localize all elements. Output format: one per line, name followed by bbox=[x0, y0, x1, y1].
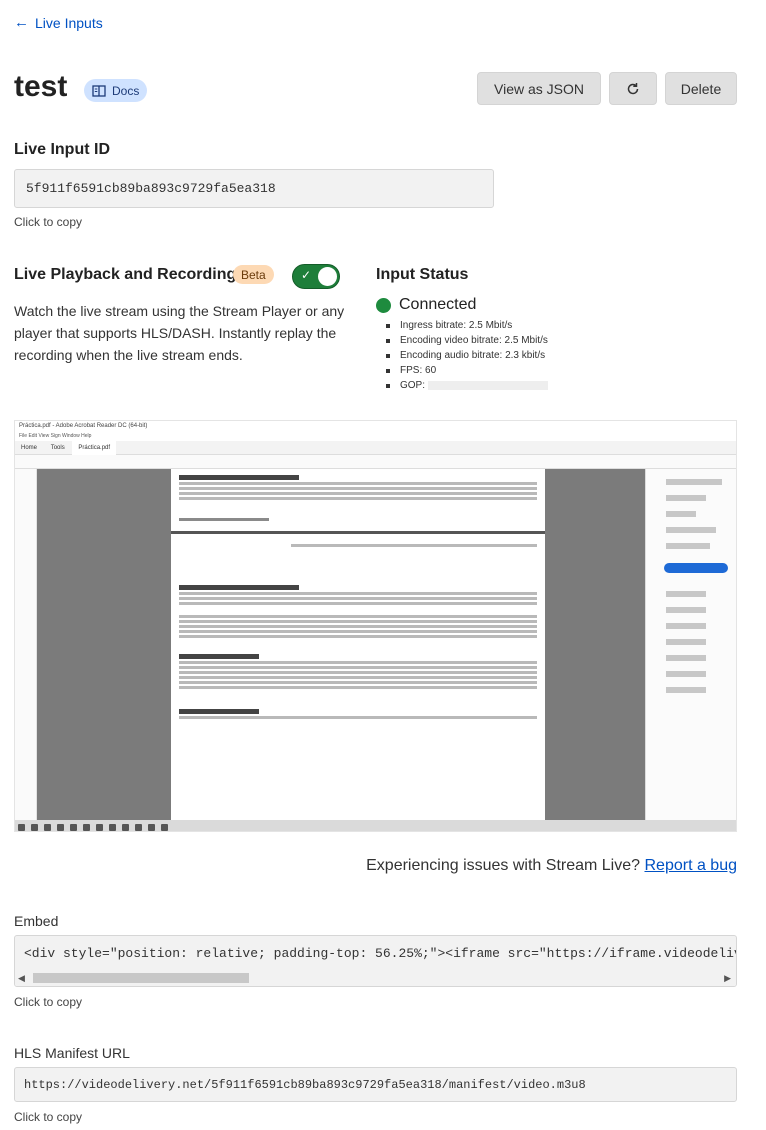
scroll-right-icon[interactable]: ▶ bbox=[724, 973, 731, 984]
arrow-left-icon: ← bbox=[14, 14, 29, 31]
video-tab-document: Práctica.pdf bbox=[72, 441, 117, 455]
docs-label: Docs bbox=[112, 83, 140, 98]
video-window-title: Práctica.pdf - Adobe Acrobat Reader DC (… bbox=[15, 421, 736, 432]
video-document-canvas bbox=[37, 469, 645, 820]
scroll-thumb[interactable] bbox=[33, 973, 249, 983]
video-toolbar bbox=[15, 455, 736, 469]
scroll-left-icon[interactable]: ◀ bbox=[18, 973, 25, 984]
issue-notice: Experiencing issues with Stream Live? Re… bbox=[366, 857, 737, 875]
playback-title: Live Playback and Recording bbox=[14, 266, 237, 283]
embed-code-field[interactable]: <div style="position: relative; padding-… bbox=[14, 935, 737, 987]
stat-gop: GOP: bbox=[386, 378, 549, 393]
status-text: Connected bbox=[399, 296, 477, 313]
stream-video-player[interactable]: Práctica.pdf - Adobe Acrobat Reader DC (… bbox=[14, 420, 737, 832]
refresh-icon bbox=[627, 82, 639, 94]
status-indicator-icon bbox=[376, 298, 391, 313]
delete-button[interactable]: Delete bbox=[665, 72, 737, 105]
embed-label: Embed bbox=[14, 913, 59, 929]
video-taskbar bbox=[15, 820, 736, 831]
page-title: test bbox=[14, 70, 68, 103]
video-tab-bar: Home Tools Práctica.pdf bbox=[15, 441, 736, 455]
gop-value-bar bbox=[428, 381, 549, 390]
video-document-page bbox=[171, 469, 545, 820]
report-bug-link[interactable]: Report a bug bbox=[644, 857, 737, 874]
embed-code: <div style="position: relative; padding-… bbox=[24, 946, 737, 961]
live-input-id-label: Live Input ID bbox=[14, 141, 110, 158]
live-input-copy-hint[interactable]: Click to copy bbox=[14, 215, 82, 229]
stat-video-bitrate: Encoding video bitrate: 2.5 Mbit/s bbox=[386, 333, 548, 348]
video-tab-tools: Tools bbox=[50, 445, 65, 451]
check-icon: ✓ bbox=[301, 268, 312, 282]
video-right-panel bbox=[645, 469, 736, 820]
stat-fps: FPS: 60 bbox=[386, 363, 548, 378]
hls-copy-hint[interactable]: Click to copy bbox=[14, 1110, 82, 1124]
book-icon bbox=[92, 84, 106, 97]
docs-badge[interactable]: Docs bbox=[84, 79, 148, 102]
embed-scrollbar[interactable]: ◀ ▶ bbox=[15, 970, 736, 986]
video-left-rail bbox=[15, 469, 37, 820]
playback-toggle[interactable]: ✓ bbox=[292, 264, 340, 289]
hls-label: HLS Manifest URL bbox=[14, 1045, 130, 1061]
stat-audio-bitrate: Encoding audio bitrate: 2.3 kbit/s bbox=[386, 348, 548, 363]
toggle-knob bbox=[318, 267, 337, 286]
view-json-button[interactable]: View as JSON bbox=[477, 72, 601, 105]
video-tab-home: Home bbox=[21, 445, 38, 451]
issue-text: Experiencing issues with Stream Live? bbox=[366, 857, 641, 874]
playback-description: Watch the live stream using the Stream P… bbox=[14, 303, 345, 363]
refresh-button[interactable] bbox=[609, 72, 657, 105]
video-menu-bar: File Edit View Sign Window Help bbox=[19, 433, 92, 439]
back-link[interactable]: ← Live Inputs bbox=[14, 14, 103, 31]
input-status-title: Input Status bbox=[376, 266, 469, 283]
back-link-label: Live Inputs bbox=[35, 14, 103, 31]
stats-list: Ingress bitrate: 2.5 Mbit/s Encoding vid… bbox=[386, 318, 549, 393]
stat-ingress-bitrate: Ingress bitrate: 2.5 Mbit/s bbox=[386, 318, 548, 333]
live-input-id-field[interactable]: 5f911f6591cb89ba893c9729fa5ea318 bbox=[14, 169, 494, 208]
beta-badge: Beta bbox=[233, 265, 274, 284]
embed-copy-hint[interactable]: Click to copy bbox=[14, 995, 82, 1009]
hls-url-field[interactable]: https://videodelivery.net/5f911f6591cb89… bbox=[14, 1067, 737, 1102]
